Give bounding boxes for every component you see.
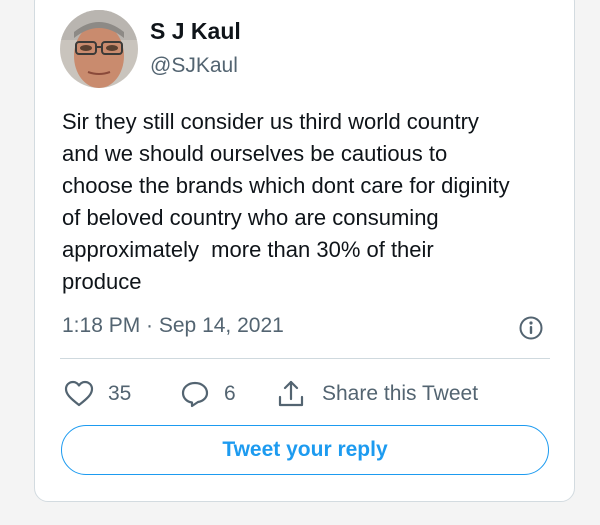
likes-count: 35 xyxy=(108,382,132,405)
avatar-photo xyxy=(60,10,138,88)
tweet-text-line: and we should ourselves be cautious to xyxy=(62,141,448,166)
share-icon xyxy=(278,380,304,407)
tweet-text-line: of beloved country who are consuming xyxy=(62,205,439,230)
tweet-your-reply-button[interactable]: Tweet your reply xyxy=(61,425,549,475)
tweet-text-line: produce xyxy=(62,269,142,294)
heart-icon xyxy=(64,380,94,407)
tweet-text-line: approximately more than 30% of their xyxy=(62,237,434,262)
tweet-timestamp[interactable]: 1:18 PM · Sep 14, 2021 xyxy=(62,314,284,338)
tweet-text-line: Sir they still consider us third world c… xyxy=(62,109,479,134)
divider xyxy=(60,358,550,359)
replies-count: 6 xyxy=(224,382,236,405)
reply-action-button[interactable]: 6 xyxy=(180,376,236,412)
like-button[interactable]: 35 xyxy=(64,376,131,412)
author-display-name[interactable]: S J Kaul xyxy=(150,18,241,45)
avatar[interactable] xyxy=(60,10,138,88)
share-label: Share this Tweet xyxy=(322,382,479,405)
share-button[interactable]: Share this Tweet xyxy=(276,376,478,412)
tweet-text: Sir they still consider us third world c… xyxy=(62,106,562,298)
author-handle[interactable]: @SJKaul xyxy=(150,54,238,78)
tweet-text-line: choose the brands which dont care for di… xyxy=(62,173,510,198)
reply-icon xyxy=(181,381,209,408)
info-icon[interactable] xyxy=(518,315,544,341)
